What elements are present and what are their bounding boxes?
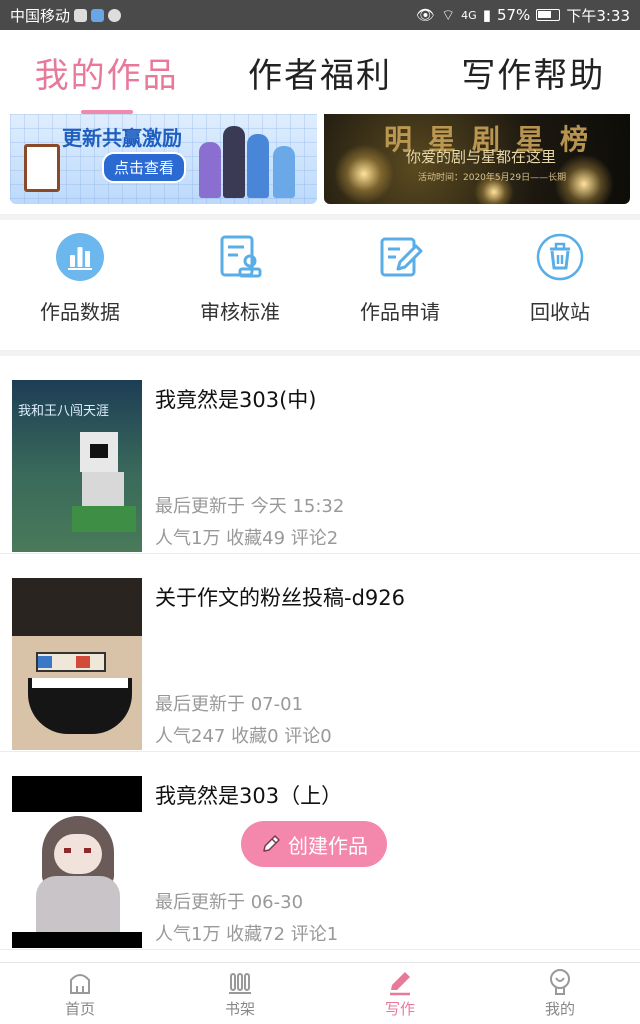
works-data-label: 作品数据 [40, 300, 120, 324]
notification-icon [74, 8, 88, 22]
review-standard-label: 审核标准 [200, 300, 280, 324]
create-work-button[interactable]: 创建作品 [241, 821, 387, 867]
work-apply-button[interactable]: 作品申请 [320, 222, 480, 350]
work-stats: 人气247 收藏0 评论0 [155, 726, 332, 747]
tab-my-works[interactable]: 我的作品 [0, 30, 213, 114]
home-icon [70, 974, 90, 994]
work-updated: 最后更新于 今天 15:32 [155, 496, 345, 517]
recycle-bin-label: 回收站 [530, 300, 590, 324]
work-title: 关于作文的粉丝投稿-d926 [155, 586, 405, 610]
carrier-label: 中国移动 [10, 6, 71, 25]
status-bar: 中国移动 👁 ⌔ 4G ▮ 57% 下午3:33 [0, 0, 640, 30]
banner-update-incentive[interactable]: 更新共赢激励 点击查看 [10, 114, 317, 204]
recycle-bin-button[interactable]: 回收站 [480, 222, 640, 350]
clock: 下午3:33 [566, 6, 630, 25]
nav-home-label: 首页 [64, 1000, 95, 1018]
nav-profile-label: 我的 [544, 1000, 575, 1018]
profile-icon [550, 969, 570, 995]
quick-actions: 作品数据 审核标准 作品申请 回收站 [0, 222, 640, 350]
bottom-nav: 首页 书架 写作 我的 [0, 962, 640, 1024]
battery-icon [536, 9, 561, 21]
work-title: 我竟然是303（上） [155, 784, 343, 808]
signal-icon: ▮ [482, 6, 491, 24]
nav-write-label: 写作 [384, 1000, 415, 1018]
trash-icon [535, 232, 585, 282]
tab-writing-help[interactable]: 写作帮助 [427, 30, 640, 114]
nav-bookshelf[interactable]: 书架 [160, 963, 320, 1024]
cover-caption: 我和王八闯天涯 [18, 404, 110, 419]
top-tabs: 我的作品 作者福利 写作帮助 [0, 30, 640, 114]
shield-icon [91, 8, 105, 22]
nav-write[interactable]: 写作 [320, 963, 480, 1024]
network-type: 4G [461, 8, 477, 22]
document-illustration [24, 144, 60, 192]
banner-subtitle: 你爱的剧与星都在这里 [406, 148, 557, 166]
work-updated: 最后更新于 06-30 [155, 892, 304, 913]
banner-title: 更新共赢激励 [62, 126, 182, 150]
pen-icon [390, 972, 410, 996]
banner-view-button[interactable]: 点击查看 [102, 152, 187, 183]
review-standard-button[interactable]: 审核标准 [160, 222, 320, 350]
nav-profile[interactable]: 我的 [480, 963, 640, 1024]
works-data-button[interactable]: 作品数据 [0, 222, 160, 350]
eye-icon: 👁 [416, 6, 436, 24]
section-divider [0, 214, 640, 220]
tab-author-benefits[interactable]: 作者福利 [213, 30, 426, 114]
cover-image: 我和王八闯天涯 [12, 380, 142, 552]
pencil-icon [263, 835, 280, 852]
cover-image [12, 578, 142, 750]
app-notification-icon [108, 8, 122, 22]
nav-home[interactable]: 首页 [0, 963, 160, 1024]
nav-bookshelf-label: 书架 [224, 1000, 255, 1018]
banner-date-note: 活动时间：2020年5月29日——长期 [418, 173, 567, 183]
create-work-label: 创建作品 [288, 833, 368, 858]
cover-image [12, 776, 142, 948]
list-item[interactable]: 关于作文的粉丝投稿-d926 最后更新于 07-01 人气247 收藏0 评论0 [0, 554, 640, 752]
work-apply-label: 作品申请 [360, 300, 440, 324]
list-item[interactable]: 我和王八闯天涯 我竟然是303(中) 最后更新于 今天 15:32 人气1万 收… [0, 356, 640, 554]
children-illustration [199, 118, 303, 198]
banner-carousel: 更新共赢激励 点击查看 明星剧星榜 你爱的剧与星都在这里 活动时间：2020年5… [0, 114, 640, 218]
battery-percent: 57% [496, 6, 531, 24]
banner-drama-stars[interactable]: 明星剧星榜 你爱的剧与星都在这里 活动时间：2020年5月29日——长期 [324, 114, 630, 204]
work-stats: 人气1万 收藏72 评论1 [155, 924, 339, 945]
work-title: 我竟然是303(中) [155, 388, 317, 412]
bar-chart-icon [55, 232, 105, 282]
edit-document-icon [375, 232, 425, 282]
work-stats: 人气1万 收藏49 评论2 [155, 528, 339, 549]
bookshelf-icon [229, 973, 251, 994]
work-updated: 最后更新于 07-01 [155, 694, 304, 715]
wifi-icon: ⌔ [441, 5, 456, 24]
review-standard-icon [215, 232, 265, 282]
